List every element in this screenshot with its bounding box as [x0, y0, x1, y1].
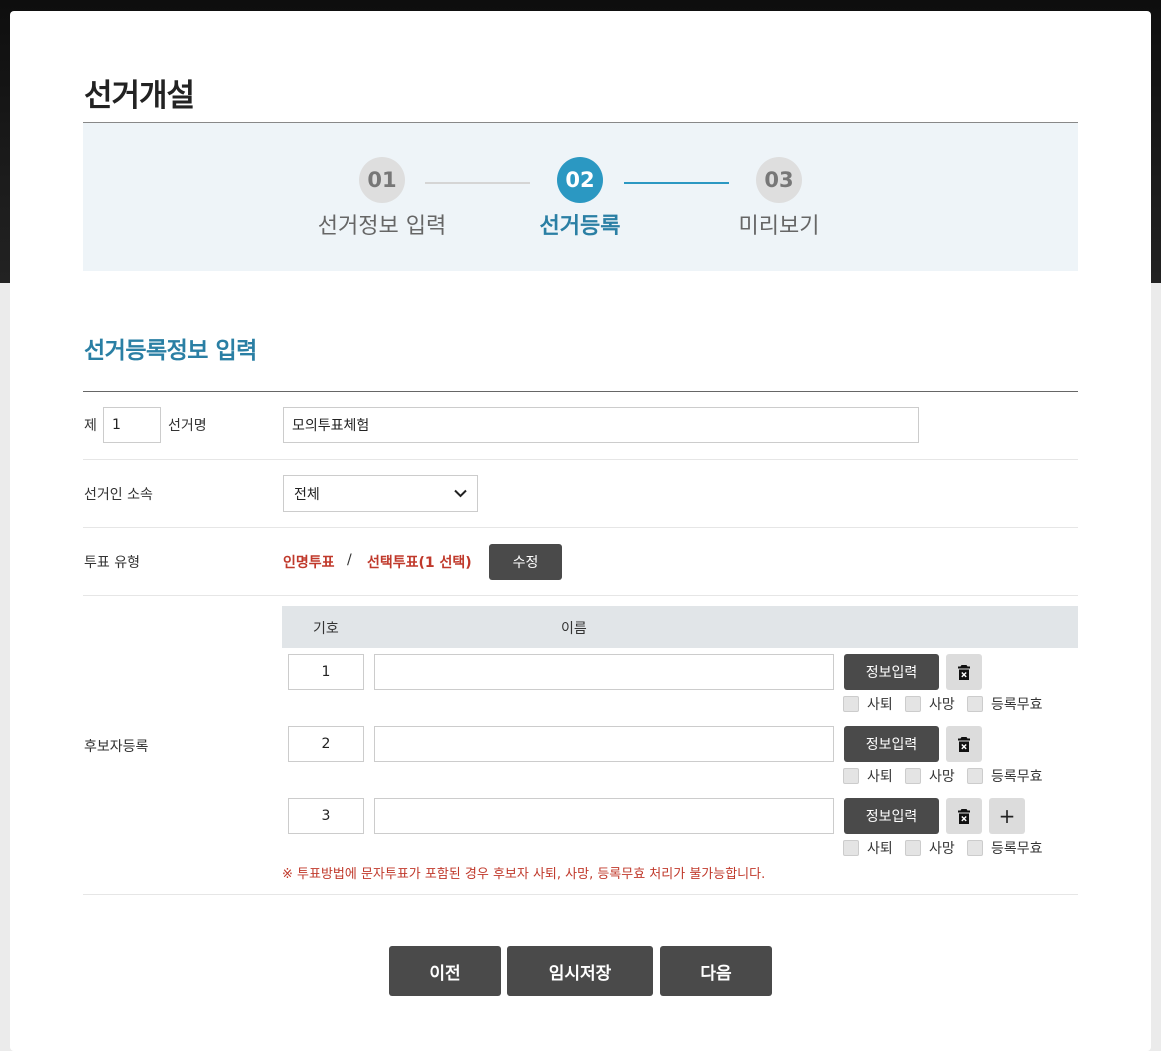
- add-candidate-button[interactable]: +: [989, 798, 1025, 834]
- affiliation-label: 선거인 소속: [84, 487, 153, 503]
- temp-save-button[interactable]: 임시저장: [507, 946, 653, 996]
- row-divider: [83, 527, 1078, 528]
- affiliation-selected-value: 전체: [294, 486, 320, 503]
- resign-label: 사퇴: [867, 697, 893, 713]
- form-top-divider: [83, 391, 1078, 392]
- vote-type-secondary: 선택투표(1 선택): [367, 555, 472, 571]
- next-button[interactable]: 다음: [660, 946, 772, 996]
- election-order-input[interactable]: 1: [103, 407, 161, 443]
- invalid-checkbox[interactable]: [967, 768, 983, 784]
- candidates-label: 후보자등록: [84, 739, 149, 755]
- form-bottom-divider: [83, 894, 1078, 895]
- candidate-symbol-input[interactable]: 2: [288, 726, 364, 762]
- stepper: 01 02 03 선거정보 입력 선거등록 미리보기: [83, 123, 1078, 271]
- death-checkbox[interactable]: [905, 696, 921, 712]
- death-checkbox[interactable]: [905, 840, 921, 856]
- election-order-prefix: 제: [84, 418, 97, 434]
- delete-candidate-button[interactable]: [946, 654, 982, 690]
- candidate-info-button[interactable]: 정보입력: [844, 798, 939, 834]
- prev-button[interactable]: 이전: [389, 946, 501, 996]
- invalid-checkbox[interactable]: [967, 840, 983, 856]
- vote-type-primary: 인명투표: [283, 555, 335, 571]
- candidate-info-button[interactable]: 정보입력: [844, 726, 939, 762]
- resign-label: 사퇴: [867, 769, 893, 785]
- candidate-name-input[interactable]: [374, 726, 834, 762]
- step-1-number: 01: [359, 157, 405, 203]
- trash-icon: [958, 736, 970, 752]
- column-name-header: 이름: [561, 621, 587, 637]
- death-label: 사망: [929, 841, 955, 857]
- column-symbol-header: 기호: [313, 621, 339, 637]
- candidates-table-header: 기호 이름: [282, 606, 1078, 648]
- trash-icon: [958, 664, 970, 680]
- page-title: 선거개설: [84, 78, 195, 114]
- row-divider: [83, 459, 1078, 460]
- invalid-label: 등록무효: [991, 697, 1043, 713]
- chevron-down-icon: [454, 487, 467, 501]
- affiliation-select[interactable]: 전체: [283, 475, 478, 512]
- candidate-symbol-input[interactable]: 3: [288, 798, 364, 834]
- candidate-name-input[interactable]: [374, 654, 834, 690]
- step-2-connector: [624, 182, 729, 184]
- vote-type-separator: /: [347, 552, 352, 568]
- invalid-checkbox[interactable]: [967, 696, 983, 712]
- resign-checkbox[interactable]: [843, 768, 859, 784]
- step-1-label: 선거정보 입력: [317, 214, 447, 239]
- election-name-label: 선거명: [168, 418, 207, 434]
- row-divider: [83, 595, 1078, 596]
- step-3-label: 미리보기: [738, 214, 820, 239]
- step-1-connector: [425, 182, 530, 184]
- death-label: 사망: [929, 769, 955, 785]
- invalid-label: 등록무효: [991, 769, 1043, 785]
- step-2-label: 선거등록: [539, 214, 621, 239]
- resign-checkbox[interactable]: [843, 696, 859, 712]
- resign-label: 사퇴: [867, 841, 893, 857]
- election-name-input[interactable]: 모의투표체험: [283, 407, 919, 443]
- section-title: 선거등록정보 입력: [84, 338, 257, 364]
- edit-vote-type-button[interactable]: 수정: [489, 544, 562, 580]
- resign-checkbox[interactable]: [843, 840, 859, 856]
- trash-icon: [958, 808, 970, 824]
- candidate-notice: ※ 투표방법에 문자투표가 포함된 경우 후보자 사퇴, 사망, 등록무효 처리…: [282, 867, 766, 882]
- step-2-number: 02: [557, 157, 603, 203]
- invalid-label: 등록무효: [991, 841, 1043, 857]
- vote-type-label: 투표 유형: [84, 555, 140, 571]
- death-label: 사망: [929, 697, 955, 713]
- death-checkbox[interactable]: [905, 768, 921, 784]
- delete-candidate-button[interactable]: [946, 726, 982, 762]
- candidate-symbol-input[interactable]: 1: [288, 654, 364, 690]
- candidate-name-input[interactable]: [374, 798, 834, 834]
- step-3-number: 03: [756, 157, 802, 203]
- delete-candidate-button[interactable]: [946, 798, 982, 834]
- candidate-info-button[interactable]: 정보입력: [844, 654, 939, 690]
